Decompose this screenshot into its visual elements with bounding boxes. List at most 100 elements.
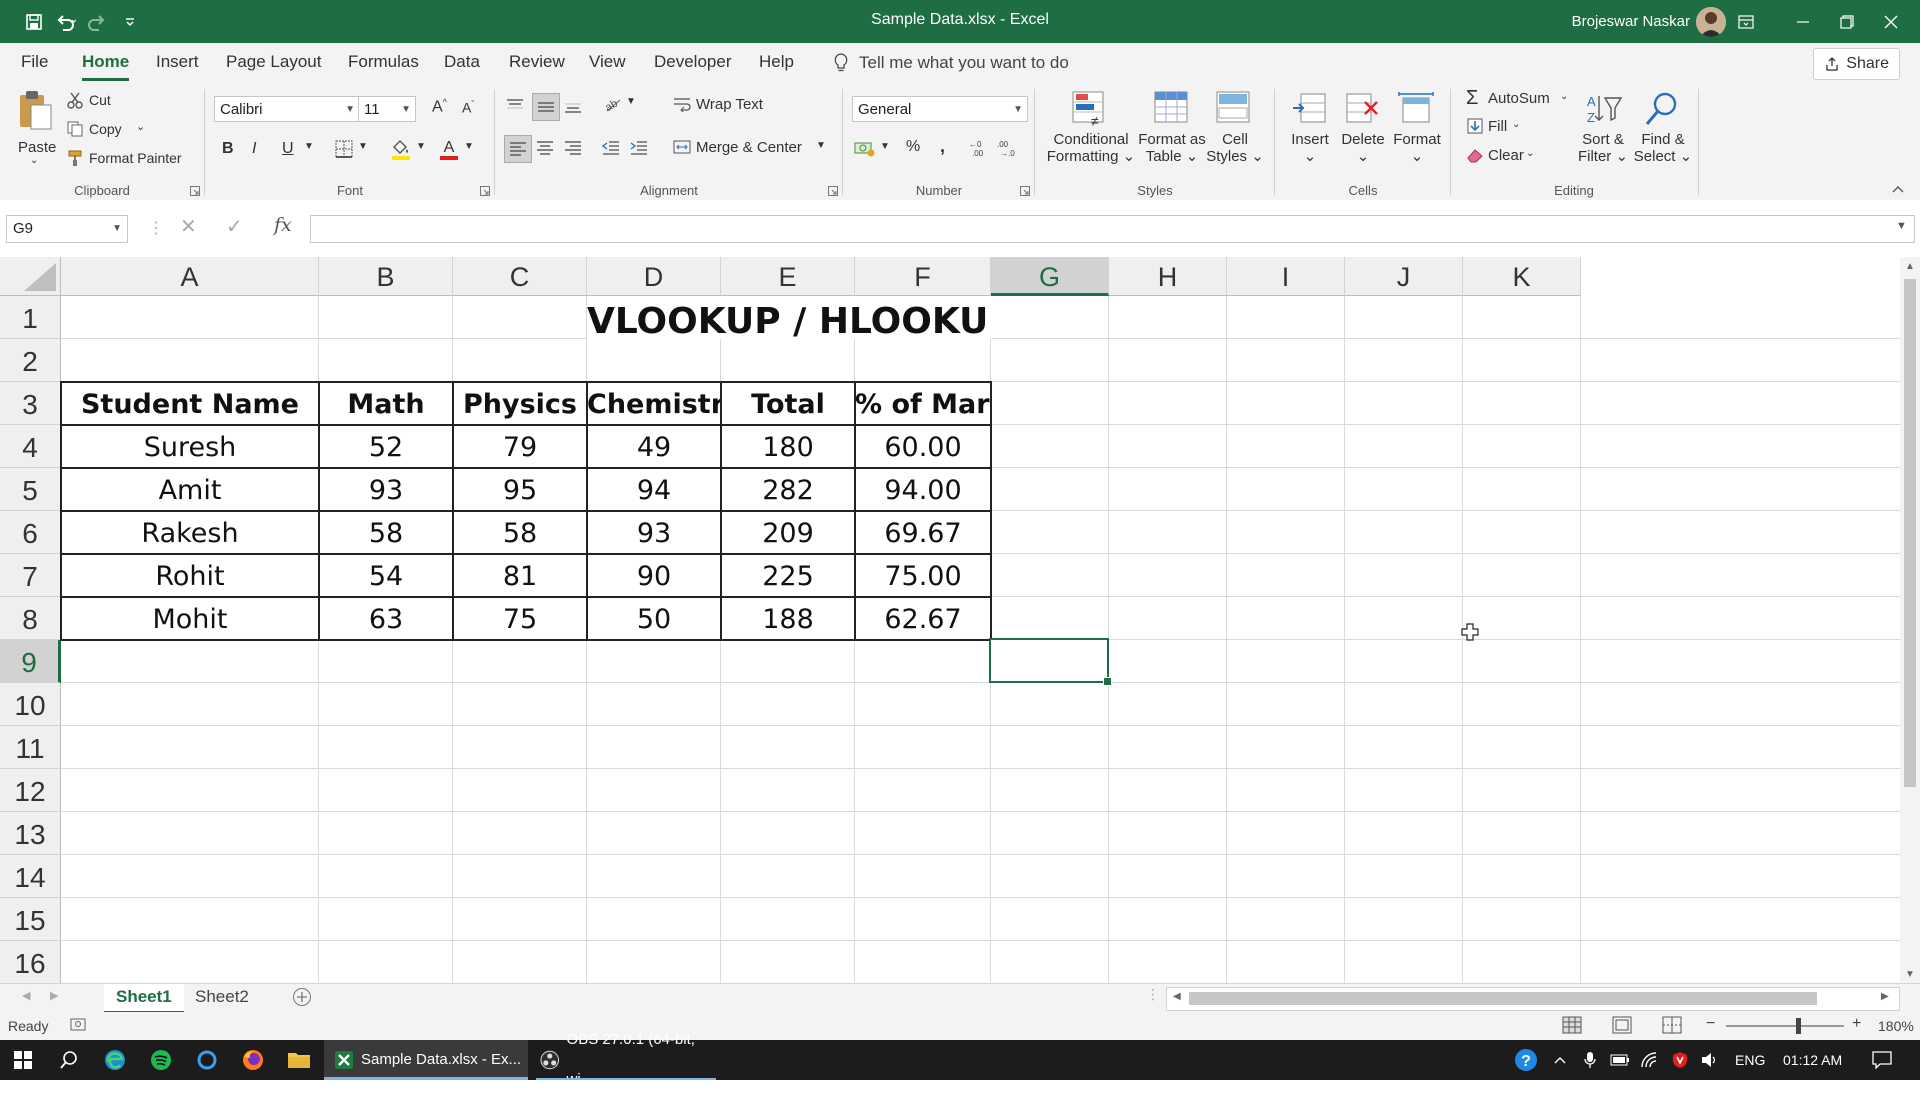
table-cell[interactable]: 49 <box>587 425 721 468</box>
vertical-scrollbar[interactable]: ▲ ▼ <box>1900 257 1920 985</box>
scroll-right-icon[interactable]: ▶ <box>1881 991 1889 1002</box>
share-button[interactable]: Share <box>1813 48 1900 80</box>
italic-button[interactable]: I <box>252 140 256 158</box>
start-icon[interactable] <box>0 1040 46 1080</box>
table-header-cell[interactable]: Physics <box>453 382 587 425</box>
underline-dropdown-icon[interactable]: ▼ <box>304 141 314 152</box>
undo-icon[interactable] <box>50 0 82 43</box>
tab-formulas[interactable]: Formulas <box>348 43 419 83</box>
column-header-e[interactable]: E <box>721 257 855 296</box>
table-header-cell[interactable]: % of Marks <box>855 382 991 425</box>
column-header-g[interactable]: G <box>991 257 1109 296</box>
edge-icon[interactable] <box>92 1040 138 1080</box>
expand-formula-bar-icon[interactable]: ▼ <box>1896 220 1907 232</box>
save-icon[interactable] <box>18 0 50 43</box>
tab-review[interactable]: Review <box>509 43 565 83</box>
dialog-launcher-icon[interactable] <box>828 186 838 196</box>
search-icon[interactable] <box>46 1040 92 1080</box>
clear-dropdown-icon[interactable]: ⌄ <box>1526 148 1534 159</box>
table-cell[interactable]: 282 <box>721 468 855 511</box>
close-icon[interactable] <box>1862 0 1920 43</box>
row-header-5[interactable]: 5 <box>0 468 61 511</box>
table-cell[interactable]: Amit <box>61 468 319 511</box>
increase-font-size-icon[interactable]: A^ <box>432 97 447 116</box>
row-header-4[interactable]: 4 <box>0 425 61 468</box>
selected-cell-outline[interactable] <box>989 638 1112 686</box>
new-sheet-icon[interactable] <box>292 987 312 1007</box>
page-layout-view-icon[interactable] <box>1612 1016 1632 1036</box>
table-cell[interactable]: 94.00 <box>855 468 991 511</box>
paste-label[interactable]: Paste <box>18 139 56 156</box>
comma-style-button[interactable]: , <box>940 136 945 157</box>
clock[interactable]: 01:12 AM <box>1783 1040 1842 1080</box>
clear-button[interactable]: Clear <box>1488 147 1524 164</box>
scrollbar-thumb[interactable] <box>1904 279 1916 787</box>
cut-button[interactable]: Cut <box>89 92 111 108</box>
align-right-icon[interactable] <box>562 137 584 159</box>
name-box[interactable]: G9 ▼ <box>6 215 128 243</box>
sheet-title[interactable]: VLOOKUP / HLOOKUP <box>587 296 991 339</box>
row-header-1[interactable]: 1 <box>0 296 61 339</box>
orientation-dropdown-icon[interactable]: ▼ <box>626 96 636 107</box>
spotify-icon[interactable] <box>138 1040 184 1080</box>
formula-input[interactable] <box>310 215 1915 243</box>
tab-help[interactable]: Help <box>759 43 794 83</box>
column-header-a[interactable]: A <box>61 257 319 296</box>
merge-dropdown-icon[interactable]: ▼ <box>816 140 826 151</box>
table-cell[interactable]: Mohit <box>61 597 319 640</box>
borders-icon[interactable] <box>334 139 354 159</box>
find-select-button[interactable]: Find & Select ⌄ <box>1630 131 1696 165</box>
table-cell[interactable]: 69.67 <box>855 511 991 554</box>
user-name[interactable]: Brojeswar Naskar <box>1572 0 1690 43</box>
sheet-tab-sheet1[interactable]: Sheet1 <box>104 984 184 1014</box>
table-cell[interactable]: 81 <box>453 554 587 597</box>
format-cells-button[interactable]: Format ⌄ <box>1386 131 1448 165</box>
help-icon[interactable]: ? <box>1508 1040 1544 1080</box>
column-header-c[interactable]: C <box>453 257 587 296</box>
row-header-6[interactable]: 6 <box>0 511 61 554</box>
merge-center-button[interactable]: Merge & Center <box>696 139 802 156</box>
paste-icon[interactable] <box>16 89 56 133</box>
sheet-tab-sheet2[interactable]: Sheet2 <box>183 984 261 1011</box>
font-size-dropdown[interactable]: 11 ▼ <box>358 96 416 122</box>
table-cell[interactable]: 58 <box>319 511 453 554</box>
scroll-up-icon[interactable]: ▲ <box>1905 261 1915 272</box>
row-header-12[interactable]: 12 <box>0 769 61 812</box>
taskbar-app-excel[interactable]: Sample Data.xlsx - Ex... <box>324 1040 528 1080</box>
table-header-cell[interactable]: Chemistry <box>587 382 721 425</box>
dialog-launcher-icon[interactable] <box>480 186 490 196</box>
row-header-11[interactable]: 11 <box>0 726 61 769</box>
cortana-icon[interactable] <box>184 1040 230 1080</box>
format-painter-button[interactable]: Format Painter <box>89 150 182 166</box>
top-align-icon[interactable] <box>504 95 526 117</box>
tab-file[interactable]: File <box>21 43 48 83</box>
show-hidden-icons-icon[interactable] <box>1546 1040 1574 1080</box>
font-color-dropdown-icon[interactable]: ▼ <box>464 141 474 152</box>
column-header-j[interactable]: J <box>1345 257 1463 296</box>
bottom-align-icon[interactable] <box>562 95 584 117</box>
splitter-icon[interactable]: ⋮ <box>1146 986 1160 1003</box>
customize-icon[interactable] <box>114 0 146 43</box>
tab-data[interactable]: Data <box>444 43 480 83</box>
copy-dropdown-icon[interactable]: ⌄ <box>136 120 145 133</box>
middle-align-icon[interactable] <box>532 93 560 121</box>
table-cell[interactable]: 180 <box>721 425 855 468</box>
align-left-icon[interactable] <box>504 135 532 163</box>
page-break-view-icon[interactable] <box>1662 1016 1682 1036</box>
conditional-formatting-button[interactable]: Conditional Formatting ⌄ <box>1046 131 1136 165</box>
orientation-icon[interactable]: ab <box>602 93 624 115</box>
increase-decimal-icon[interactable]: ←0.00 <box>968 137 990 159</box>
scroll-down-icon[interactable]: ▼ <box>1905 969 1915 980</box>
row-header-7[interactable]: 7 <box>0 554 61 597</box>
decrease-decimal-icon[interactable]: .00 →.0 <box>996 137 1018 159</box>
collapse-ribbon-icon[interactable] <box>1890 183 1906 195</box>
table-cell[interactable]: 79 <box>453 425 587 468</box>
ribbon-display-icon[interactable] <box>1717 0 1775 43</box>
accounting-format-icon[interactable] <box>854 137 876 159</box>
microphone-icon[interactable] <box>1576 1040 1604 1080</box>
decrease-font-size-icon[interactable]: Aˇ <box>462 99 474 116</box>
column-header-b[interactable]: B <box>319 257 453 296</box>
autosum-button[interactable]: AutoSum <box>1488 90 1550 107</box>
table-cell[interactable]: 75.00 <box>855 554 991 597</box>
cancel-icon[interactable]: ✕ <box>180 214 197 239</box>
